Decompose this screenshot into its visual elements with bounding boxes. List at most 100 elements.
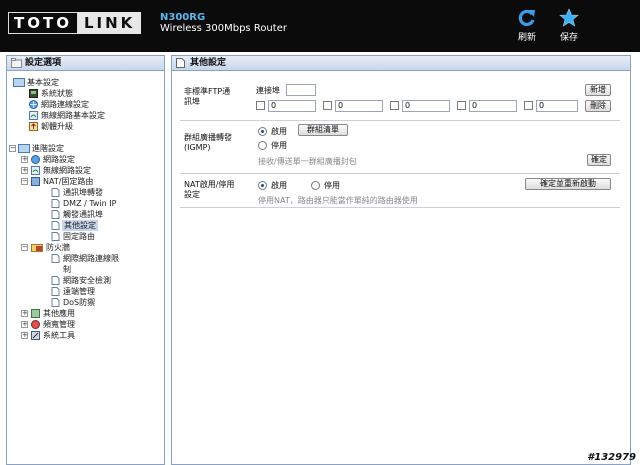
ftp-entry-checkbox[interactable] <box>390 101 399 110</box>
igmp-enable-radio[interactable] <box>258 127 267 136</box>
network-folder-icon <box>13 78 25 87</box>
ftp-entry-input[interactable]: 0 <box>402 100 450 112</box>
firewall-folder-icon <box>31 244 43 252</box>
ftp-entry-checkbox[interactable] <box>256 101 265 110</box>
igmp-section-label: 群組廣播轉發 (IGMP) <box>184 133 232 152</box>
tree-nat-routing[interactable]: − NAT/固定路由 <box>7 176 164 187</box>
igmp-disable-radio[interactable] <box>258 141 267 150</box>
tree-basic-settings-label: 基本設定 <box>27 78 59 87</box>
ftp-entry-input[interactable]: 0 <box>536 100 578 112</box>
delete-button[interactable]: 刪除 <box>585 100 611 112</box>
ftp-entry-input[interactable]: 0 <box>469 100 517 112</box>
tree-item-label: 無線網路基本設定 <box>41 111 105 120</box>
nat-hint: 停用NAT，路由器只能當作單純的路由器使用 <box>258 196 418 205</box>
tree-item-wireless-basic[interactable]: 無線網路基本設定 <box>7 110 164 121</box>
confirm-button[interactable]: 確定 <box>587 154 611 166</box>
globe-icon <box>31 155 40 164</box>
tree-item-static-routing[interactable]: 固定路由 <box>7 231 164 242</box>
status-icon <box>29 89 38 98</box>
tree-item-other-settings[interactable]: 其他設定 <box>7 220 164 231</box>
ftp-entry-checkbox[interactable] <box>323 101 332 110</box>
igmp-disable-label: 停用 <box>271 141 287 150</box>
tree-item-port-forwarding[interactable]: 通訊埠轉發 <box>7 187 164 198</box>
tree-item-internet-access-limit-cont[interactable]: 制 <box>7 264 164 275</box>
igmp-section: 群組廣播轉發 (IGMP) 啟用 群組清單 停用 接收/傳送單一群組廣播封包 確… <box>180 120 620 169</box>
refresh-icon <box>518 9 535 27</box>
igmp-enable-label: 啟用 <box>271 127 287 136</box>
tree-item-label: 網路安全檢測 <box>63 276 111 285</box>
tree-system-tools[interactable]: + 系統工具 <box>7 330 164 341</box>
tree-item-label: 韌體升級 <box>41 122 73 131</box>
tree-item-security-check[interactable]: 網路安全檢測 <box>7 275 164 286</box>
firmware-icon <box>29 122 38 131</box>
expand-toggle[interactable]: + <box>21 332 28 339</box>
tree-item-dmz[interactable]: DMZ / Twin IP <box>7 198 164 209</box>
content-title: 其他設定 <box>172 56 630 71</box>
tree-network-settings[interactable]: + 網路設定 <box>7 154 164 165</box>
wireless-icon <box>31 166 40 175</box>
logo-link-text: LINK <box>77 12 142 34</box>
igmp-hint: 接收/傳送單一群組廣播封包 <box>258 157 357 166</box>
tree-wireless-settings[interactable]: + 無線網路設定 <box>7 165 164 176</box>
tree-firewall[interactable]: − 防火牆 <box>7 242 164 253</box>
collapse-toggle[interactable]: − <box>9 145 16 152</box>
expand-toggle[interactable]: + <box>21 167 28 174</box>
nat-section-label: NAT啟用/停用 設定 <box>184 180 235 199</box>
wireless-icon <box>29 111 38 120</box>
page-icon <box>51 210 60 219</box>
sidebar-panel: 設定選項 基本設定 系統狀態 網路連線設定 無線網路基本設定 韌體升級 − 進階 <box>6 55 165 465</box>
totolink-logo: TOTO LINK <box>8 12 142 34</box>
nat-enable-radio[interactable] <box>258 181 267 190</box>
tree-item-label: 頻寬管理 <box>43 320 75 329</box>
model-name: N300RG <box>160 12 206 23</box>
tools-icon <box>31 331 40 340</box>
page-icon <box>51 298 60 307</box>
tree-item-label: 網路連線設定 <box>41 100 89 109</box>
tree-item-label: 觸發通訊埠 <box>63 210 103 219</box>
page-icon <box>51 199 60 208</box>
refresh-label: 刷新 <box>517 33 536 43</box>
tree-item-firmware-upgrade[interactable]: 韌體升級 <box>7 121 164 132</box>
apply-restart-button[interactable]: 確定並重新啟動 <box>525 178 611 190</box>
ftp-entry-input[interactable]: 0 <box>268 100 316 112</box>
save-button[interactable]: 保存 <box>549 8 589 43</box>
ftp-section: 非標準FTP通 訊埠 連接埠 新增 0 0 0 0 0 刪除 <box>180 84 620 115</box>
collapse-toggle[interactable]: − <box>21 178 28 185</box>
nat-disable-radio[interactable] <box>311 181 320 190</box>
collapse-toggle[interactable]: − <box>21 244 28 251</box>
ftp-entry-checkbox[interactable] <box>524 101 533 110</box>
tree-advanced-settings[interactable]: − 進階設定 <box>7 143 164 154</box>
tree-other-applications[interactable]: + 其他應用 <box>7 308 164 319</box>
tree-bandwidth-management[interactable]: + 頻寬管理 <box>7 319 164 330</box>
tree-item-label: NAT/固定路由 <box>43 177 94 186</box>
network-folder-icon <box>18 144 30 153</box>
page-icon <box>176 58 185 68</box>
nat-disable-label: 停用 <box>324 181 340 190</box>
tree-item-label: 系統工具 <box>43 331 75 340</box>
tree-item-label: 固定路由 <box>63 232 95 241</box>
tree-basic-settings[interactable]: 基本設定 <box>7 77 164 88</box>
sidebar-title-text: 設定選項 <box>25 58 62 68</box>
tree-item-system-status[interactable]: 系統狀態 <box>7 88 164 99</box>
ftp-port-input[interactable] <box>286 84 316 96</box>
tree-item-dos-defense[interactable]: DoS防禦 <box>7 297 164 308</box>
tree-item-label: 網路設定 <box>43 155 75 164</box>
ftp-entry-input[interactable]: 0 <box>335 100 383 112</box>
tree-item-port-trigger[interactable]: 觸發通訊埠 <box>7 209 164 220</box>
tree-item-label: 網際網路連線限 <box>63 254 119 263</box>
expand-toggle[interactable]: + <box>21 321 28 328</box>
ftp-port-label: 連接埠 <box>256 86 280 95</box>
expand-toggle[interactable]: + <box>21 156 28 163</box>
page-icon <box>51 188 60 197</box>
tree-item-remote-management[interactable]: 遠端管理 <box>7 286 164 297</box>
content-panel: 其他設定 非標準FTP通 訊埠 連接埠 新增 0 0 0 0 0 刪除 群組廣播… <box>171 55 631 465</box>
tree-item-internet-access-limit[interactable]: 網際網路連線限 <box>7 253 164 264</box>
tree-item-label: 系統狀態 <box>41 89 73 98</box>
refresh-button[interactable]: 刷新 <box>507 8 547 43</box>
ftp-entry-checkbox[interactable] <box>457 101 466 110</box>
tree-item-label: DMZ / Twin IP <box>63 199 117 208</box>
add-button[interactable]: 新增 <box>585 84 611 96</box>
group-list-button[interactable]: 群組清單 <box>298 124 348 136</box>
expand-toggle[interactable]: + <box>21 310 28 317</box>
tree-item-network-connection[interactable]: 網路連線設定 <box>7 99 164 110</box>
